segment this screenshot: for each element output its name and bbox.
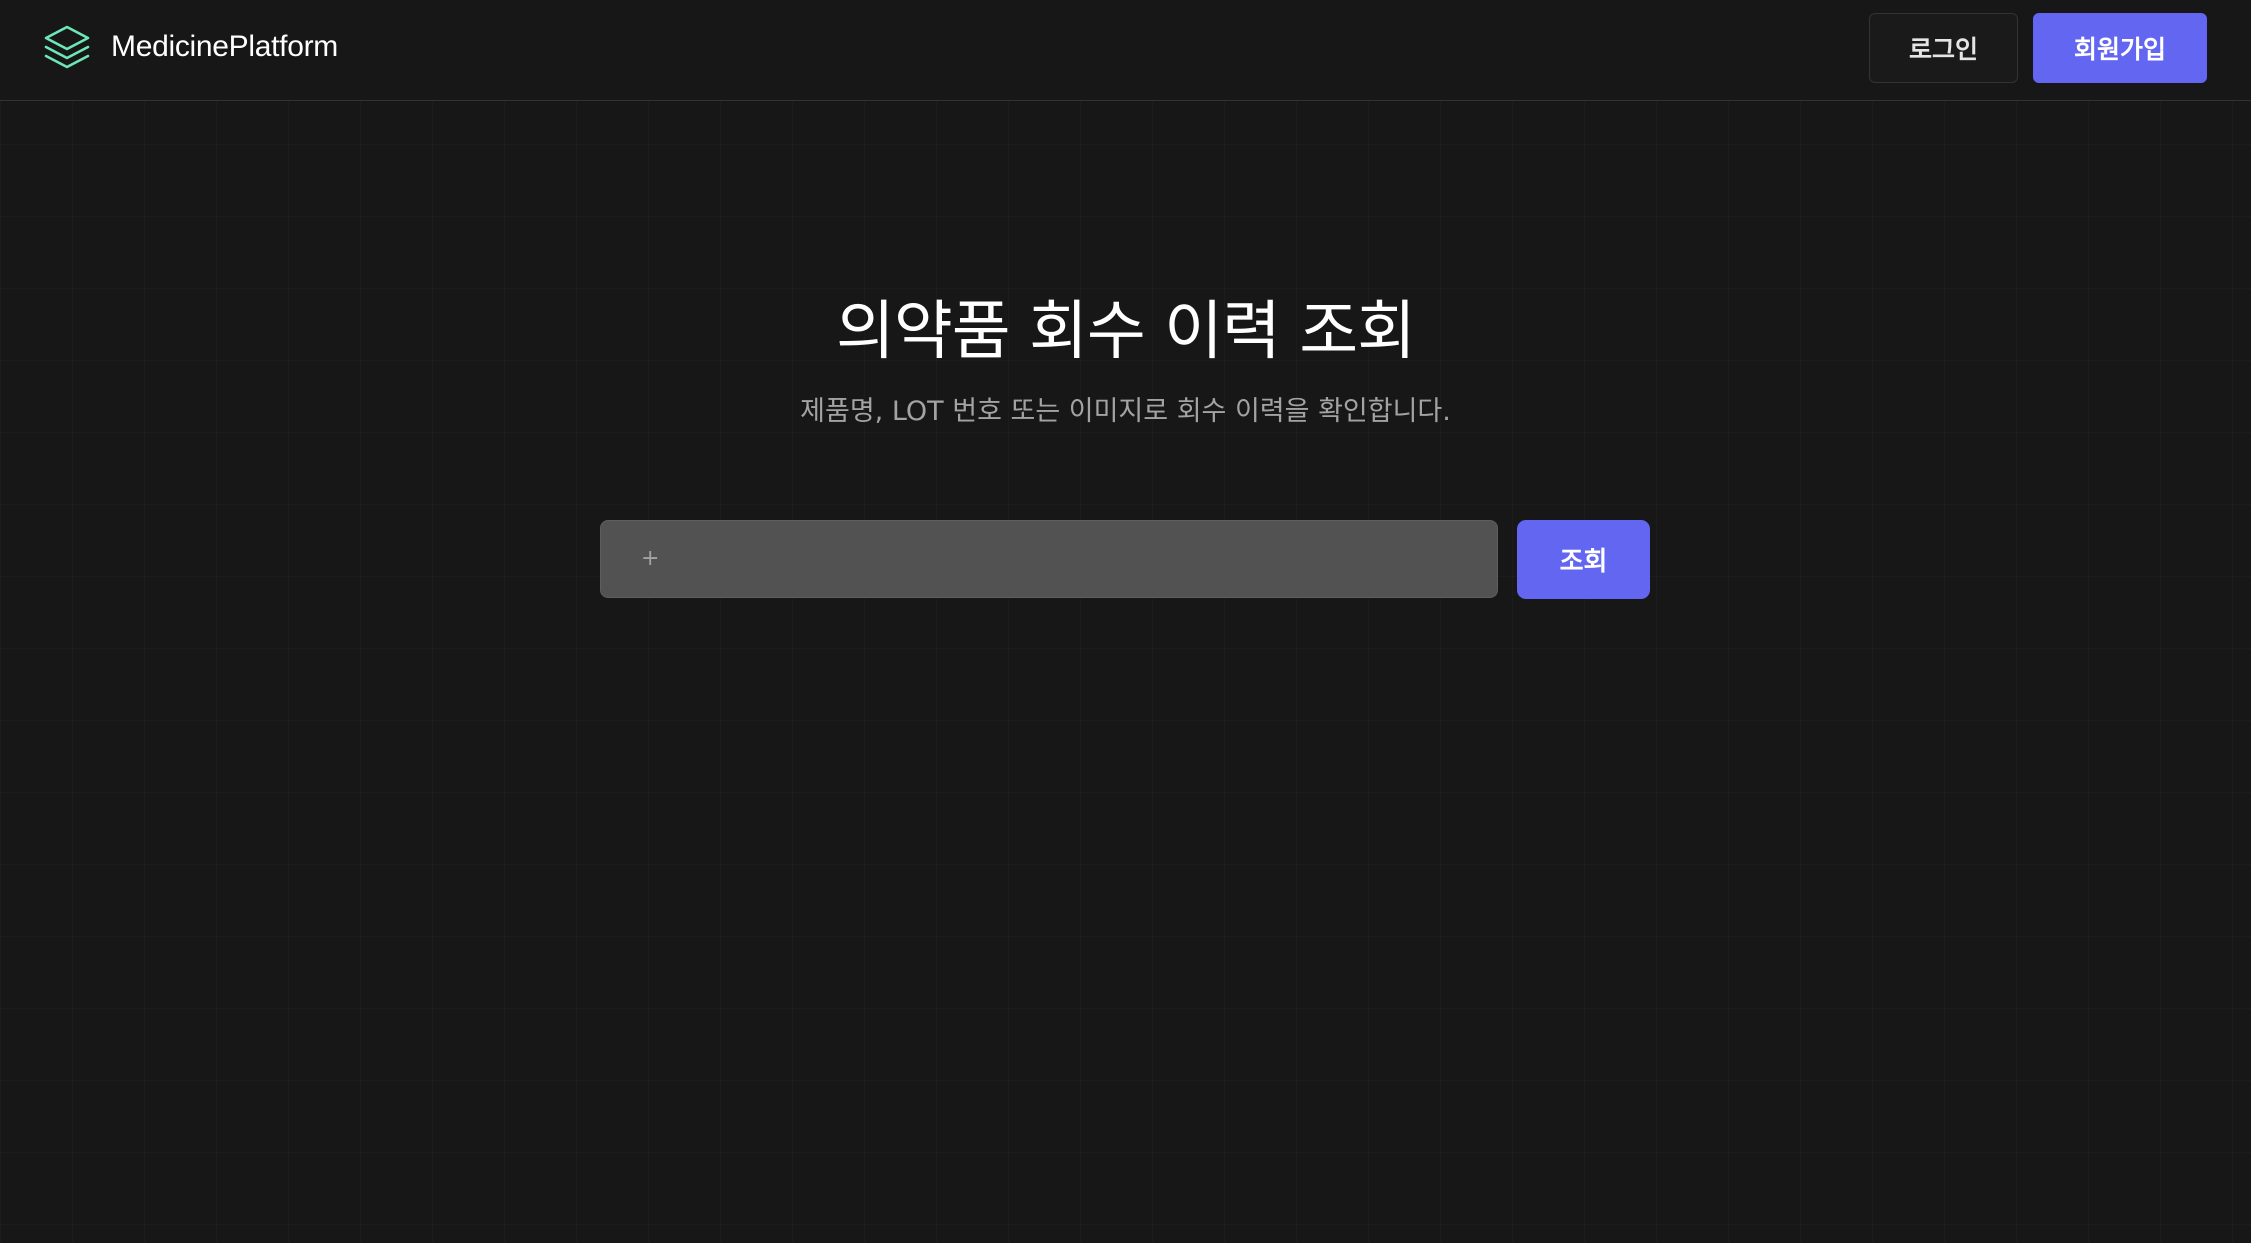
search-input[interactable] bbox=[673, 521, 1477, 597]
login-button[interactable]: 로그인 bbox=[1869, 13, 2018, 83]
search-button[interactable]: 조회 bbox=[1517, 520, 1650, 599]
page-title: 의약품 회수 이력 조회 bbox=[836, 295, 1416, 369]
plus-icon[interactable]: + bbox=[641, 548, 659, 570]
search-box[interactable]: + bbox=[600, 520, 1498, 598]
brand[interactable]: MedicinePlatform bbox=[43, 24, 338, 70]
top-nav: MedicinePlatform 로그인 회원가입 bbox=[0, 0, 2251, 101]
signup-button[interactable]: 회원가입 bbox=[2033, 13, 2207, 83]
layers-icon bbox=[44, 25, 90, 69]
brand-name: MedicinePlatform bbox=[111, 30, 338, 63]
page-subtitle: 제품명, LOT 번호 또는 이미지로 회수 이력을 확인합니다. bbox=[800, 396, 1451, 427]
